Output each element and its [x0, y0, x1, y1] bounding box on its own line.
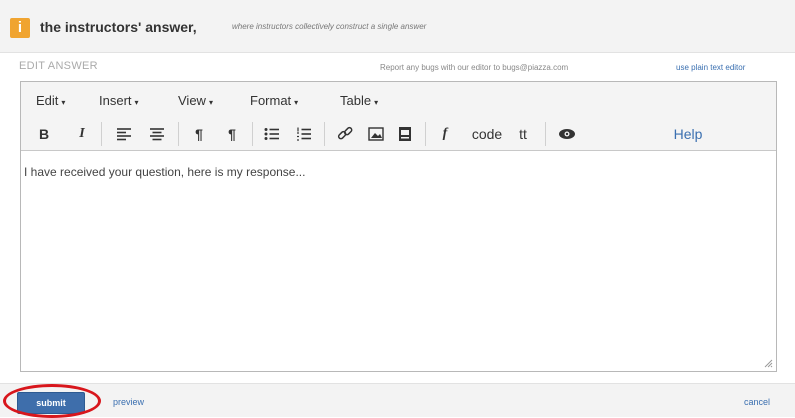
- menu-format-label: Format: [250, 93, 292, 108]
- link-icon: [337, 126, 353, 140]
- toolbar-divider: [101, 122, 102, 146]
- answer-title: the instructors' answer,: [40, 19, 197, 35]
- answer-header: i the instructors' answer, where instruc…: [0, 0, 795, 53]
- formula-icon: f: [442, 126, 448, 141]
- menu-table[interactable]: Table ▾: [340, 93, 378, 108]
- insert-media-button[interactable]: [394, 123, 416, 145]
- bullet-list-button[interactable]: [261, 123, 283, 145]
- chevron-down-icon: ▾: [374, 98, 379, 107]
- red-highlight-circle: [3, 384, 101, 418]
- toolbar-divider: [178, 122, 179, 146]
- menu-format[interactable]: Format ▾: [250, 93, 298, 108]
- align-center-button[interactable]: [146, 123, 168, 145]
- bold-button[interactable]: B: [35, 123, 53, 145]
- editor-content-area[interactable]: I have received your question, here is m…: [21, 151, 776, 371]
- insert-image-button[interactable]: [365, 123, 387, 145]
- toolbar-divider: [252, 122, 253, 146]
- edit-answer-label: EDIT ANSWER: [19, 60, 98, 72]
- insert-link-button[interactable]: [334, 123, 356, 145]
- menu-view[interactable]: View ▾: [178, 93, 213, 108]
- align-left-icon: [117, 128, 131, 141]
- toolbar-divider: [425, 122, 426, 146]
- chevron-down-icon: ▾: [208, 98, 213, 107]
- plain-text-editor-link[interactable]: use plain text editor: [676, 63, 745, 72]
- resize-handle-icon[interactable]: [763, 358, 773, 368]
- align-center-icon: [150, 128, 164, 141]
- paragraph-ltr-icon: ¶: [195, 126, 203, 142]
- answer-subtitle: where instructors collectively construct…: [232, 22, 427, 31]
- bug-report-note: Report any bugs with our editor to bugs@…: [380, 63, 569, 72]
- numbered-list-icon: [297, 127, 311, 141]
- menu-edit-label: Edit: [36, 93, 59, 108]
- chevron-down-icon: ▾: [134, 98, 139, 107]
- formula-button[interactable]: f: [434, 123, 456, 145]
- help-button[interactable]: Help: [667, 123, 709, 145]
- cancel-link[interactable]: cancel: [744, 397, 770, 407]
- menu-insert[interactable]: Insert ▾: [99, 93, 139, 108]
- chevron-down-icon: ▾: [294, 98, 299, 107]
- eye-icon: [559, 129, 575, 139]
- editor-toolbar: B I ¶ ¶ f code tt Help: [21, 118, 776, 151]
- menu-view-label: View: [178, 93, 206, 108]
- menu-table-label: Table: [340, 93, 372, 108]
- chevron-down-icon: ▾: [61, 98, 66, 107]
- toolbar-divider: [324, 122, 325, 146]
- menu-edit[interactable]: Edit ▾: [36, 93, 65, 108]
- image-icon: [368, 127, 384, 141]
- code-button[interactable]: code: [464, 123, 510, 145]
- editor-text: I have received your question, here is m…: [24, 165, 306, 179]
- info-badge-icon: i: [10, 18, 30, 38]
- answer-footer: submit preview cancel: [0, 383, 795, 418]
- toolbar-divider: [545, 122, 546, 146]
- italic-button[interactable]: I: [73, 123, 91, 145]
- editor-menubar: Edit ▾ Insert ▾ View ▾ Format ▾ Table ▾: [21, 82, 776, 119]
- rtl-direction-button[interactable]: ¶: [221, 123, 243, 145]
- rich-text-editor: Edit ▾ Insert ▾ View ▾ Format ▾ Table ▾ B I: [20, 81, 777, 372]
- bullet-list-icon: [264, 128, 279, 140]
- paragraph-rtl-icon: ¶: [228, 126, 236, 142]
- numbered-list-button[interactable]: [293, 123, 315, 145]
- menu-insert-label: Insert: [99, 93, 132, 108]
- preview-link[interactable]: preview: [113, 397, 144, 407]
- preview-toggle-button[interactable]: [555, 123, 579, 145]
- align-left-button[interactable]: [113, 123, 135, 145]
- tt-button[interactable]: tt: [512, 123, 534, 145]
- ltr-direction-button[interactable]: ¶: [188, 123, 210, 145]
- media-icon: [399, 127, 411, 141]
